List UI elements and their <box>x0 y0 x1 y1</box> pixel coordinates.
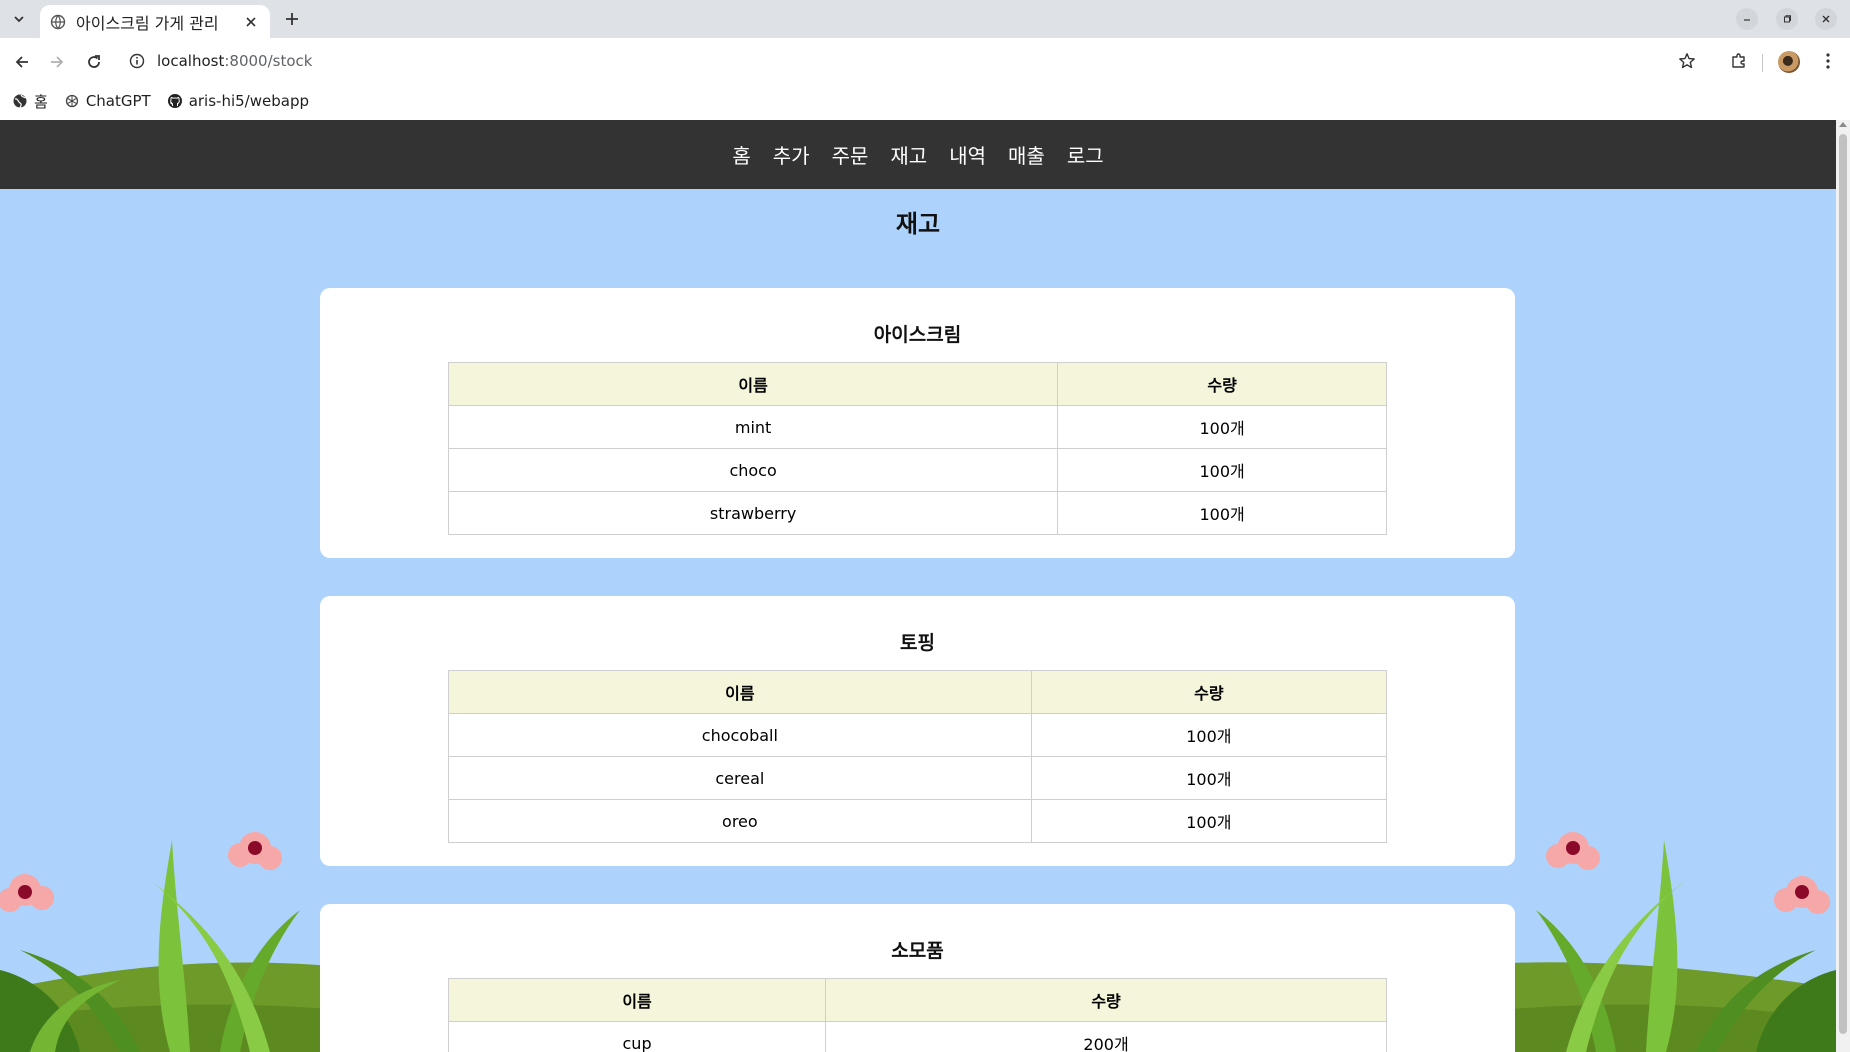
tab-search-button[interactable] <box>7 7 31 31</box>
globe-icon <box>50 14 66 30</box>
reload-button[interactable] <box>82 50 106 74</box>
chatgpt-icon <box>64 93 80 109</box>
close-tab-icon[interactable] <box>242 13 260 31</box>
item-name: mint <box>447 405 1059 449</box>
stock-table: 이름 수량 mint 100개 choco 100개 strawberry 10… <box>447 362 1387 535</box>
nav-home[interactable]: 홈 <box>732 140 750 169</box>
profile-avatar[interactable] <box>1778 51 1800 73</box>
section-title: 아이스크림 <box>873 324 962 346</box>
item-qty: 100개 <box>1057 405 1387 449</box>
close-icon <box>1822 15 1830 23</box>
back-button[interactable] <box>10 50 34 74</box>
table-header-row: 이름 수량 <box>448 670 1388 714</box>
item-name: cup <box>447 1021 827 1052</box>
scrollbar-thumb[interactable] <box>1839 134 1847 1034</box>
stock-card-topping: 토핑 이름 수량 chocoball 100개 cereal 100개 oreo <box>320 596 1515 866</box>
page-viewport: 홈 추가 주문 재고 내역 매출 로그 재고 아이스크림 이름 수량 mint … <box>0 120 1836 1052</box>
github-icon <box>167 93 183 109</box>
column-header-name: 이름 <box>447 362 1059 406</box>
column-header-qty: 수량 <box>825 978 1387 1022</box>
table-row: mint 100개 <box>447 405 1387 449</box>
main-nav: 홈 추가 주문 재고 내역 매출 로그 <box>0 120 1836 189</box>
site-info-icon[interactable] <box>128 52 146 70</box>
item-qty: 100개 <box>1057 491 1387 535</box>
browser-toolbar: localhost:8000/stock 홈 ChatGPT aris-hi5/… <box>0 38 1850 124</box>
minimize-icon <box>1744 19 1750 21</box>
nav-history[interactable]: 내역 <box>949 140 986 169</box>
flower-right-1 <box>1546 832 1600 870</box>
arrow-right-icon <box>51 56 64 68</box>
tab-strip: 아이스크림 가게 관리 <box>0 0 1850 38</box>
stock-table: 이름 수량 chocoball 100개 cereal 100개 oreo 10… <box>448 670 1388 843</box>
bookmark-label: ChatGPT <box>85 92 151 110</box>
item-qty: 100개 <box>1030 756 1388 800</box>
close-window-button[interactable] <box>1815 8 1837 30</box>
flower-right-2 <box>1774 876 1830 914</box>
table-header-row: 이름 수량 <box>447 362 1387 406</box>
nav-order[interactable]: 주문 <box>832 140 869 169</box>
browser-menu-button[interactable] <box>1817 50 1839 72</box>
column-header-qty: 수량 <box>1057 362 1387 406</box>
stock-card-icecream: 아이스크림 이름 수량 mint 100개 choco 100개 strawbe… <box>320 288 1515 558</box>
bookmark-label: 홈 <box>34 92 48 111</box>
table-header-row: 이름 수량 <box>447 978 1387 1022</box>
forward-button[interactable] <box>45 50 69 74</box>
globe-icon <box>12 93 28 109</box>
item-qty: 100개 <box>1057 448 1387 492</box>
plus-icon <box>286 13 298 25</box>
item-qty: 100개 <box>1030 713 1388 757</box>
bookmark-star-button[interactable] <box>1677 51 1697 71</box>
table-row: chocoball 100개 <box>448 713 1388 757</box>
flower-left-1 <box>228 832 282 870</box>
nav-sales[interactable]: 매출 <box>1008 140 1045 169</box>
table-row: cereal 100개 <box>448 756 1388 800</box>
scroll-up-arrow-icon[interactable] <box>1839 122 1847 127</box>
page-title: 재고 <box>895 210 941 238</box>
page-scrollbar[interactable] <box>1836 120 1850 1052</box>
item-name: oreo <box>448 799 1032 843</box>
nav-stock[interactable]: 재고 <box>890 140 927 169</box>
browser-tab-active[interactable]: 아이스크림 가게 관리 <box>40 5 270 38</box>
star-icon <box>1679 53 1695 69</box>
bookmark-label: aris-hi5/webapp <box>188 92 309 110</box>
restore-button[interactable] <box>1776 8 1798 30</box>
table-row: choco 100개 <box>447 448 1387 492</box>
arrow-left-icon <box>15 56 28 68</box>
item-name: choco <box>447 448 1059 492</box>
puzzle-icon <box>1732 53 1745 68</box>
column-header-name: 이름 <box>448 670 1032 714</box>
address-bar[interactable]: localhost:8000/stock <box>120 43 1718 79</box>
bookmark-home[interactable]: 홈 <box>12 91 48 112</box>
item-name: strawberry <box>447 491 1059 535</box>
nav-add[interactable]: 추가 <box>773 140 810 169</box>
url-text: localhost:8000/stock <box>157 52 313 70</box>
minimize-button[interactable] <box>1736 8 1758 30</box>
item-qty: 200개 <box>825 1021 1387 1052</box>
section-title: 토핑 <box>900 632 935 654</box>
reload-icon <box>88 55 100 68</box>
item-name: chocoball <box>448 713 1032 757</box>
section-title: 소모품 <box>891 940 944 962</box>
new-tab-button[interactable] <box>281 8 303 30</box>
stock-table: 이름 수량 cup 200개 <box>447 978 1387 1052</box>
table-row: cup 200개 <box>447 1021 1387 1052</box>
column-header-qty: 수량 <box>1030 670 1388 714</box>
bookmark-github[interactable]: aris-hi5/webapp <box>167 92 309 110</box>
bookmark-chatgpt[interactable]: ChatGPT <box>64 92 151 110</box>
extensions-button[interactable] <box>1728 50 1750 72</box>
item-qty: 100개 <box>1030 799 1388 843</box>
table-row: strawberry 100개 <box>447 491 1387 535</box>
nav-log[interactable]: 로그 <box>1067 140 1104 169</box>
bookmarks-bar: 홈 ChatGPT aris-hi5/webapp <box>0 86 1850 116</box>
restore-icon <box>1784 15 1791 23</box>
table-row: oreo 100개 <box>448 799 1388 843</box>
tab-title: 아이스크림 가게 관리 <box>76 13 219 33</box>
toolbar-divider <box>1762 54 1763 72</box>
column-header-name: 이름 <box>447 978 827 1022</box>
chevron-down-icon <box>14 16 24 23</box>
more-vert-icon <box>1826 53 1830 69</box>
stock-card-supplies: 소모품 이름 수량 cup 200개 <box>320 904 1515 1052</box>
item-name: cereal <box>448 756 1032 800</box>
flower-left-2 <box>0 874 54 912</box>
